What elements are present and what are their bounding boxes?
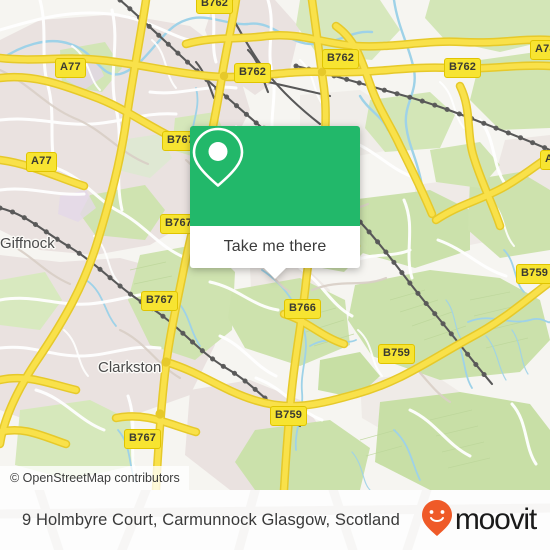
- road-shield: A77: [55, 58, 86, 78]
- map-pin-glyph: [192, 127, 244, 187]
- address-title: 9 Holmbyre Court, Carmunnock Glasgow, Sc…: [22, 510, 400, 529]
- road-shield: B759: [270, 406, 308, 426]
- road-shield: B767: [141, 291, 179, 311]
- popup-header: [190, 126, 360, 226]
- road-shield: A77: [26, 152, 57, 172]
- osm-attribution[interactable]: © OpenStreetMap contributors: [0, 466, 189, 490]
- road-shield: B762: [322, 49, 360, 69]
- road-shield: B759: [378, 344, 416, 364]
- moovit-wordmark: moovit: [454, 503, 537, 536]
- map-screenshot: B762 A77 B762 B762 B762 A74 B767 A77 A B…: [0, 0, 550, 550]
- popup-action-bar[interactable]: Take me there: [190, 226, 360, 268]
- road-shield: B762: [444, 58, 482, 78]
- map-canvas[interactable]: B762 A77 B762 B762 B762 A74 B767 A77 A B…: [0, 0, 550, 490]
- take-me-there-label: Take me there: [223, 238, 327, 255]
- moovit-logo[interactable]: moovit: [421, 499, 537, 542]
- road-shield: B762: [196, 0, 234, 14]
- osm-attribution-text: © OpenStreetMap contributors: [10, 471, 180, 485]
- place-label-clarkston: Clarkston: [98, 359, 162, 376]
- moovit-pin-glyph: [421, 499, 452, 536]
- moovit-smiley-pin-icon: [421, 499, 453, 542]
- road-shield: A: [540, 150, 550, 170]
- take-me-there-popup[interactable]: Take me there: [190, 126, 360, 279]
- popup-pointer: [264, 268, 286, 279]
- road-shield: B766: [284, 299, 322, 319]
- footer-bar: 9 Holmbyre Court, Carmunnock Glasgow, Sc…: [0, 490, 550, 550]
- road-shield: B767: [124, 429, 162, 449]
- road-shield: B759: [516, 264, 550, 284]
- road-shield: B762: [234, 63, 272, 83]
- road-shield: A74: [530, 40, 550, 60]
- place-label-giffnock: Giffnock: [0, 235, 55, 252]
